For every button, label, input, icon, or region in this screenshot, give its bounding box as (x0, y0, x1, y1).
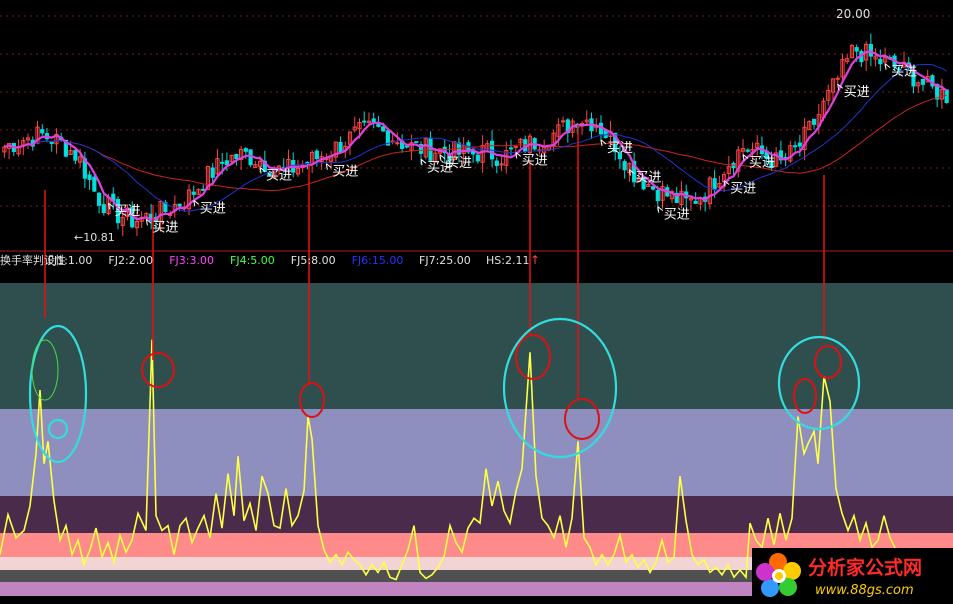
buy-signal-label: 买进 (152, 220, 178, 235)
legend-item: FJ2:2.00 (108, 254, 153, 267)
candle-body (314, 150, 319, 160)
legend-item: FJ3:3.00 (169, 254, 214, 267)
candle-body (92, 176, 97, 192)
legend-item: FJ6:15.00 (352, 254, 404, 267)
candle-body (101, 204, 106, 214)
candle-body (693, 200, 698, 204)
candle-body (381, 126, 386, 132)
stock-chart: 买进买进买进买进 买进 买进买进 买进买进买进买进买进买进买进买进 20.00 ←10… (0, 0, 953, 604)
candle-body (475, 154, 480, 162)
candle-body (220, 161, 225, 164)
turnover-band (0, 283, 953, 409)
watermark: 分析家公式网 www.88gs.com (752, 548, 953, 604)
buy-signal-label: 买进 (891, 65, 917, 80)
legend-item: FJ5:8.00 (291, 254, 336, 267)
legend-item: FJ7:25.00 (419, 254, 471, 267)
candle-body (428, 137, 433, 161)
low-price-label: ←10.81 (74, 231, 115, 244)
high-price-label: 20.00 (836, 7, 870, 21)
buy-signal-label: 买进 (664, 208, 690, 223)
candle-body (395, 142, 400, 145)
candle-body (191, 191, 196, 195)
buy-signal-label: 买进 (200, 201, 226, 216)
candle-body (560, 120, 566, 123)
turnover-band (0, 496, 953, 533)
candle-body (234, 153, 239, 160)
candle-body (944, 89, 949, 103)
candle-body (650, 186, 656, 190)
buy-signal-label: 买进 (844, 85, 870, 100)
watermark-title: 分析家公式网 (808, 556, 922, 579)
candle-body (73, 149, 78, 161)
candle-body (508, 147, 514, 150)
turnover-band (0, 409, 953, 496)
candle-body (854, 47, 859, 52)
candle-body (513, 145, 518, 148)
buy-signal-label: 买进 (522, 153, 548, 168)
candle-body (371, 118, 376, 123)
candle-body (811, 118, 817, 125)
buy-signal-label: 买进 (749, 156, 775, 171)
buy-signal-label: 买进 (730, 182, 756, 197)
candle-body (868, 43, 873, 57)
candle-body (878, 58, 883, 65)
candle-body (414, 141, 419, 144)
current-turnover: HS:2.11 (486, 254, 529, 267)
legend-item: FJ4:5.00 (230, 254, 275, 267)
candle-body (655, 190, 660, 202)
candle-body (87, 174, 92, 180)
up-arrow-icon: ↑ (530, 253, 540, 267)
candle-body (920, 79, 926, 85)
watermark-url: www.88gs.com (815, 583, 914, 598)
candle-body (224, 160, 230, 166)
candle-body (49, 141, 54, 144)
buy-signal-label: 买进 (446, 156, 472, 171)
candle-body (177, 203, 182, 207)
legend-item: FJ1:1.00 (48, 254, 93, 267)
indicator-legend: 换手率判设性FJ1:1.00 FJ2:2.00 FJ3:3.00 FJ4:5.00 FJ… (0, 253, 540, 267)
candle-body (210, 167, 215, 178)
buy-signal-label: 买进 (115, 204, 141, 219)
candle-body (362, 120, 367, 123)
buy-signal-label: 买进 (635, 171, 661, 186)
buy-signal-label: 买进 (266, 168, 292, 183)
candle-body (338, 141, 343, 154)
candle-body (835, 77, 840, 80)
candle-body (243, 148, 248, 152)
candle-body (622, 161, 627, 171)
buy-signal-label: 买进 (607, 141, 633, 156)
candle-body (404, 145, 409, 148)
candle-body (712, 178, 717, 190)
candle-body (745, 149, 750, 152)
candle-body (40, 129, 45, 134)
candle-body (494, 160, 499, 166)
candle-body (793, 145, 798, 148)
candle-body (96, 192, 102, 206)
buy-signal-label: 买进 (332, 165, 358, 180)
candle-body (797, 142, 802, 147)
